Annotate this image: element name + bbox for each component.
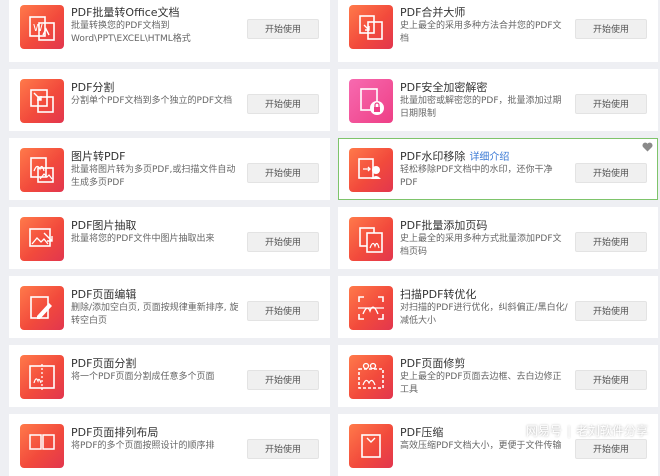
tool-title: PDF压缩 (400, 426, 444, 439)
tool-description: 高效压缩PDF文档大小，更便于文件传输 (400, 441, 562, 451)
tool-title: PDF分割 (71, 81, 115, 94)
start-button[interactable]: 开始使用 (575, 163, 647, 183)
tool-title: PDF批量添加页码 (400, 219, 488, 232)
tool-card-image-to-pdf[interactable]: 图片转PDF 批量将图片转为多页PDF,或扫描文件自动生成多页PDF 开始使用 (9, 138, 330, 200)
tool-description: 批量加密或解密您的PDF，批量添加过期日期限制 (400, 96, 562, 119)
start-button[interactable]: 开始使用 (575, 301, 647, 321)
image-extract-icon (20, 217, 64, 261)
tool-card-pdf-merge[interactable]: PDF合并大师 史上最全的采用多种方法合并您的PDF文档 开始使用 (338, 0, 658, 62)
tool-title: PDF水印移除 详细介绍 (400, 148, 509, 164)
tool-title: PDF页面编辑 (71, 288, 137, 301)
start-button[interactable]: 开始使用 (575, 19, 647, 39)
watermark-platform: 网易号 (525, 424, 562, 438)
tool-description: 史上最全的采用多种方式批量添加PDF文档页码 (400, 234, 562, 257)
start-button[interactable]: 开始使用 (247, 370, 319, 390)
tool-description: 将一个PDF页面分割成任意多个页面 (71, 372, 215, 382)
pdf-merge-icon (349, 5, 393, 49)
page-split-icon (20, 355, 64, 399)
start-button[interactable]: 开始使用 (575, 94, 647, 114)
start-button[interactable]: 开始使用 (247, 19, 319, 39)
tool-card-scan-optimize[interactable]: 扫描PDF转优化 对扫描的PDF进行优化，纠斜偏正/黑白化/减低大小 开始使用 (338, 276, 658, 338)
start-button[interactable]: 开始使用 (247, 163, 319, 183)
tool-card-watermark-remove[interactable]: PDF水印移除 详细介绍 轻松移除PDF文档中的水印，还你干净PDF 开始使用 (338, 138, 658, 200)
tool-grid: W PDF批量转Office文档 批量转换您的PDF文档到Word\PPT\EX… (0, 0, 660, 476)
tool-title: PDF页面排列布局 (71, 426, 159, 439)
tool-description: 史上最全的采用多种方法合并您的PDF文档 (400, 21, 562, 44)
tool-card-page-edit[interactable]: PDF页面编辑 删除/添加空白页, 页面按规律重新排序, 旋转空白页 开始使用 (9, 276, 330, 338)
start-button[interactable]: 开始使用 (247, 94, 319, 114)
scan-optimize-icon (349, 286, 393, 330)
tool-title: 扫描PDF转优化 (400, 288, 477, 301)
tool-card-page-split[interactable]: PDF页面分割 将一个PDF页面分割成任意多个页面 开始使用 (9, 345, 330, 407)
tool-title: PDF图片抽取 (71, 219, 137, 232)
tool-title-text: PDF水印移除 (400, 150, 466, 163)
tool-title: PDF合并大师 (400, 6, 466, 19)
pdf-split-icon (20, 79, 64, 123)
tool-card-image-extract[interactable]: PDF图片抽取 批量将您的PDF文件中图片抽取出来 开始使用 (9, 207, 330, 269)
page-number-icon (349, 217, 393, 261)
tool-title: PDF安全加密解密 (400, 81, 488, 94)
watermark-separator: | (566, 424, 571, 438)
start-button[interactable]: 开始使用 (575, 439, 647, 459)
tool-description: 批量转换您的PDF文档到Word\PPT\EXCEL\HTML格式 (71, 21, 191, 44)
tool-title: PDF批量转Office文档 (71, 6, 180, 19)
start-button[interactable]: 开始使用 (575, 232, 647, 252)
page-edit-icon (20, 286, 64, 330)
page-layout-icon (20, 424, 64, 468)
tool-description: 批量将图片转为多页PDF,或扫描文件自动生成多页PDF (71, 165, 236, 188)
start-button[interactable]: 开始使用 (247, 439, 319, 459)
start-button[interactable]: 开始使用 (247, 301, 319, 321)
tool-card-pdf-split[interactable]: PDF分割 分割单个PDF文档到多个独立的PDF文档 开始使用 (9, 69, 330, 131)
tool-card-page-layout[interactable]: PDF页面排列布局 将PDF的多个页面按照设计的顺序排 开始使用 (9, 414, 330, 476)
watermark-remove-icon (349, 148, 393, 192)
pdf-to-office-icon: W (20, 5, 64, 49)
heart-icon[interactable] (642, 142, 653, 152)
tool-description: 对扫描的PDF进行优化，纠斜偏正/黑白化/减低大小 (400, 303, 568, 326)
tool-description: 批量将您的PDF文件中图片抽取出来 (71, 234, 215, 244)
tool-description: 轻松移除PDF文档中的水印，还你干净PDF (400, 165, 553, 188)
pdf-lock-icon (349, 79, 393, 123)
svg-text:W: W (33, 23, 43, 34)
watermark-author: 老刘软件分享 (575, 424, 648, 438)
start-button[interactable]: 开始使用 (575, 370, 647, 390)
tool-card-pdf-security[interactable]: PDF安全加密解密 批量加密或解密您的PDF，批量添加过期日期限制 开始使用 (338, 69, 658, 131)
tool-card-pdf-to-office[interactable]: W PDF批量转Office文档 批量转换您的PDF文档到Word\PPT\EX… (9, 0, 330, 62)
image-to-pdf-icon (20, 148, 64, 192)
details-link[interactable]: 详细介绍 (469, 152, 509, 163)
start-button[interactable]: 开始使用 (247, 232, 319, 252)
tool-description: 分割单个PDF文档到多个独立的PDF文档 (71, 96, 233, 106)
tool-description: 删除/添加空白页, 页面按规律重新排序, 旋转空白页 (71, 303, 239, 326)
tool-description: 史上最全的PDF页面去边框、去白边修正工具 (400, 372, 562, 395)
page-crop-icon (349, 355, 393, 399)
watermark: 网易号 | 老刘软件分享 (526, 422, 648, 439)
tool-title: PDF页面分割 (71, 357, 137, 370)
tool-title: PDF页面修剪 (400, 357, 466, 370)
tool-card-page-crop[interactable]: PDF页面修剪 史上最全的PDF页面去边框、去白边修正工具 开始使用 (338, 345, 658, 407)
tool-title: 图片转PDF (71, 150, 126, 163)
tool-description: 将PDF的多个页面按照设计的顺序排 (71, 441, 215, 451)
tool-card-page-number[interactable]: PDF批量添加页码 史上最全的采用多种方式批量添加PDF文档页码 开始使用 (338, 207, 658, 269)
compress-icon (349, 424, 393, 468)
